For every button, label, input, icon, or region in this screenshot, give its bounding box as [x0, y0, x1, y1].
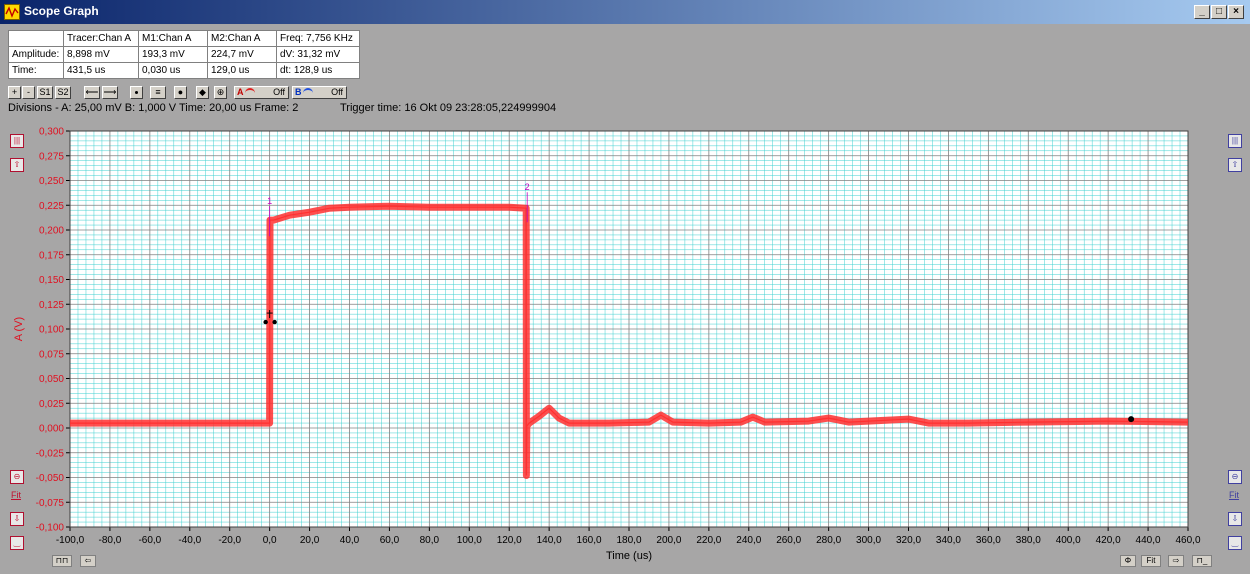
y-tick-label: -0,100: [36, 523, 65, 534]
y-tick-label: 0,275: [39, 151, 64, 162]
x-tick-label: 460,0: [1175, 535, 1200, 546]
y-tick-label: 0,025: [39, 399, 64, 410]
x-tick-label: 260,0: [776, 535, 801, 546]
x-tick-label: 300,0: [856, 535, 881, 546]
x-tick-label: 280,0: [816, 535, 841, 546]
x-tick-label: -80,0: [99, 535, 122, 546]
x-tick-label: 40,0: [340, 535, 360, 546]
tracer-dot: [1128, 416, 1135, 423]
y-tick-label: 0,150: [39, 275, 64, 286]
y-tick-label: 0,075: [39, 349, 64, 360]
x-tick-label: 0,0: [263, 535, 277, 546]
trigger-point-left: [263, 319, 268, 325]
x-tick-label: 420,0: [1096, 535, 1121, 546]
y-tick-label: 0,175: [39, 250, 64, 261]
x-tick-label: 320,0: [896, 535, 921, 546]
scope-plot[interactable]: -100,0 -80,0 -60,0 -40,0 -20,0 0,0 20,0 40,0 60,…: [0, 0, 1250, 574]
x-axis-label: Time (us): [606, 550, 652, 562]
y-tick-label: 0,300: [39, 127, 64, 138]
x-tick-label: 80,0: [420, 535, 440, 546]
x-tick-label: 120,0: [497, 535, 522, 546]
x-tick-label: 360,0: [976, 535, 1001, 546]
x-tick-label: -100,0: [56, 535, 85, 546]
x-tick-label: 140,0: [537, 535, 562, 546]
y-tick-label: 0,100: [39, 325, 64, 336]
y-axis-label: A (V): [13, 317, 25, 341]
y-tick-label: -0,025: [36, 448, 65, 459]
x-tick-label: 160,0: [577, 535, 602, 546]
x-tick-label: 220,0: [696, 535, 721, 546]
x-tick-label: -60,0: [138, 535, 161, 546]
x-tick-label: 200,0: [656, 535, 681, 546]
x-tick-label: 60,0: [380, 535, 400, 546]
x-tick-label: 340,0: [936, 535, 961, 546]
y-tick-label: -0,050: [36, 473, 65, 484]
x-tick-label: 20,0: [300, 535, 320, 546]
y-tick-label: -0,075: [36, 498, 65, 509]
x-tick-label: -40,0: [178, 535, 201, 546]
y-tick-label: 0,200: [39, 226, 64, 237]
y-tick-label: 0,125: [39, 300, 64, 311]
y-tick-label: 0,225: [39, 201, 64, 212]
y-tick-label: 0,050: [39, 374, 64, 385]
x-tick-label: 400,0: [1056, 535, 1081, 546]
x-tick-label: -20,0: [218, 535, 241, 546]
y-tick-label: 0,000: [39, 424, 64, 435]
x-tick-label: 440,0: [1136, 535, 1161, 546]
x-tick-label: 240,0: [736, 535, 761, 546]
x-tick-label: 100,0: [457, 535, 482, 546]
x-tick-label: 380,0: [1016, 535, 1041, 546]
trigger-point-right: [272, 319, 277, 325]
cursor-marker-label: 2: [525, 182, 530, 192]
y-tick-label: 0,250: [39, 176, 64, 187]
x-tick-label: 180,0: [616, 535, 641, 546]
cursor-marker-label: 1: [267, 196, 272, 206]
